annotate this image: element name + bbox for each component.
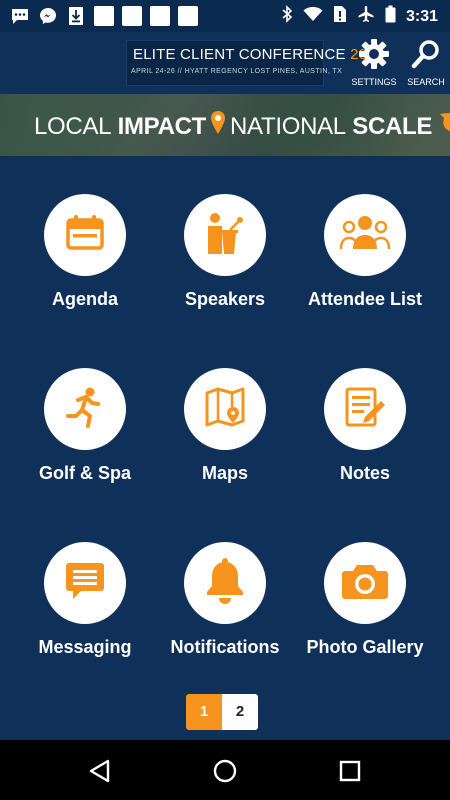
banner-scale: SCALE bbox=[352, 112, 433, 140]
notification-box bbox=[122, 6, 142, 26]
menu-grid: Agenda Speakers Attendee List Golf & Spa bbox=[0, 156, 450, 690]
sim-icon bbox=[333, 5, 347, 28]
app-header: ELITE CLIENT CONFERENCE 2018 APRIL 24-26… bbox=[0, 32, 450, 94]
home-button[interactable] bbox=[212, 758, 238, 784]
wifi-icon bbox=[303, 6, 323, 27]
banner-slogan: LOCAL IMPACT NATIONAL SCALE bbox=[34, 110, 450, 143]
usa-map-icon bbox=[438, 110, 450, 143]
search-label: SEARCH bbox=[407, 77, 445, 87]
notes-pencil-icon bbox=[343, 385, 387, 434]
conference-subtitle: APRIL 24-26 // HYATT REGENCY LOST PINES,… bbox=[131, 68, 343, 75]
photo-gallery-circle bbox=[324, 542, 406, 624]
notes-circle bbox=[324, 368, 406, 450]
tile-agenda[interactable]: Agenda bbox=[10, 156, 160, 316]
runner-icon bbox=[64, 386, 106, 433]
tile-photo-gallery[interactable]: Photo Gallery bbox=[290, 504, 440, 664]
banner-local: LOCAL bbox=[34, 112, 112, 140]
tile-golf-spa[interactable]: Golf & Spa bbox=[10, 330, 160, 490]
settings-label: SETTINGS bbox=[351, 77, 397, 87]
agenda-circle bbox=[44, 194, 126, 276]
download-icon bbox=[66, 6, 86, 26]
tile-label: Attendee List bbox=[307, 289, 422, 309]
message-bubble-icon bbox=[63, 559, 107, 608]
recent-apps-button[interactable] bbox=[337, 758, 363, 784]
notification-box bbox=[94, 6, 114, 26]
tile-label: Agenda bbox=[51, 289, 118, 309]
tile-label: Maps bbox=[201, 463, 248, 483]
tile-speakers[interactable]: Speakers bbox=[150, 156, 300, 316]
back-button[interactable] bbox=[87, 758, 113, 784]
camera-icon bbox=[341, 561, 389, 606]
tile-label: Golf & Spa bbox=[38, 463, 131, 483]
bell-icon bbox=[204, 557, 246, 609]
tile-label: Photo Gallery bbox=[306, 637, 424, 657]
battery-icon bbox=[385, 5, 396, 28]
status-time: 3:31 bbox=[405, 7, 438, 25]
tile-label: Notes bbox=[339, 463, 390, 483]
notification-box bbox=[178, 6, 198, 26]
tile-label: Messaging bbox=[38, 637, 132, 657]
attendee-circle bbox=[324, 194, 406, 276]
notification-box bbox=[150, 6, 170, 26]
calendar-icon bbox=[64, 212, 106, 259]
golf-spa-circle bbox=[44, 368, 126, 450]
messaging-circle bbox=[44, 542, 126, 624]
tile-label: Notifications bbox=[170, 637, 280, 657]
search-button[interactable]: SEARCH bbox=[400, 38, 450, 87]
tile-notes[interactable]: Notes bbox=[290, 330, 440, 490]
android-nav-bar bbox=[0, 740, 450, 800]
tile-label: Speakers bbox=[184, 289, 266, 309]
home-circle-icon bbox=[212, 759, 238, 788]
chat-icon bbox=[10, 6, 30, 26]
status-system: 3:31 bbox=[281, 5, 438, 28]
notifications-circle bbox=[184, 542, 266, 624]
status-notifications bbox=[10, 6, 198, 26]
banner-national: NATIONAL bbox=[230, 112, 346, 140]
search-icon bbox=[410, 40, 442, 74]
tile-maps[interactable]: Maps bbox=[150, 330, 300, 490]
page-indicator: 1 2 bbox=[186, 694, 258, 730]
speaker-podium-icon bbox=[202, 210, 248, 261]
conference-title-text: ELITE CLIENT CONFERENCE bbox=[133, 46, 346, 63]
map-icon bbox=[203, 385, 247, 434]
hero-banner: LOCAL IMPACT NATIONAL SCALE bbox=[0, 94, 450, 156]
page-button-1[interactable]: 1 bbox=[186, 694, 222, 730]
page-button-2[interactable]: 2 bbox=[222, 694, 258, 730]
bluetooth-icon bbox=[281, 5, 293, 28]
people-group-icon bbox=[339, 213, 391, 258]
conference-title: ELITE CLIENT CONFERENCE 2018 bbox=[133, 46, 384, 63]
recent-square-icon bbox=[337, 760, 363, 788]
airplane-icon bbox=[357, 5, 375, 28]
location-pin-icon bbox=[210, 110, 226, 143]
tile-messaging[interactable]: Messaging bbox=[10, 504, 160, 664]
gear-icon bbox=[358, 39, 390, 74]
maps-circle bbox=[184, 368, 266, 450]
tile-attendee-list[interactable]: Attendee List bbox=[290, 156, 440, 316]
conference-logo: ELITE CLIENT CONFERENCE 2018 APRIL 24-26… bbox=[126, 40, 384, 86]
settings-button[interactable]: SETTINGS bbox=[348, 38, 400, 87]
tile-notifications[interactable]: Notifications bbox=[150, 504, 300, 664]
back-triangle-icon bbox=[87, 759, 113, 788]
status-bar: 3:31 bbox=[0, 0, 450, 32]
speakers-circle bbox=[184, 194, 266, 276]
messenger-icon bbox=[38, 6, 58, 26]
banner-impact: IMPACT bbox=[117, 112, 207, 140]
